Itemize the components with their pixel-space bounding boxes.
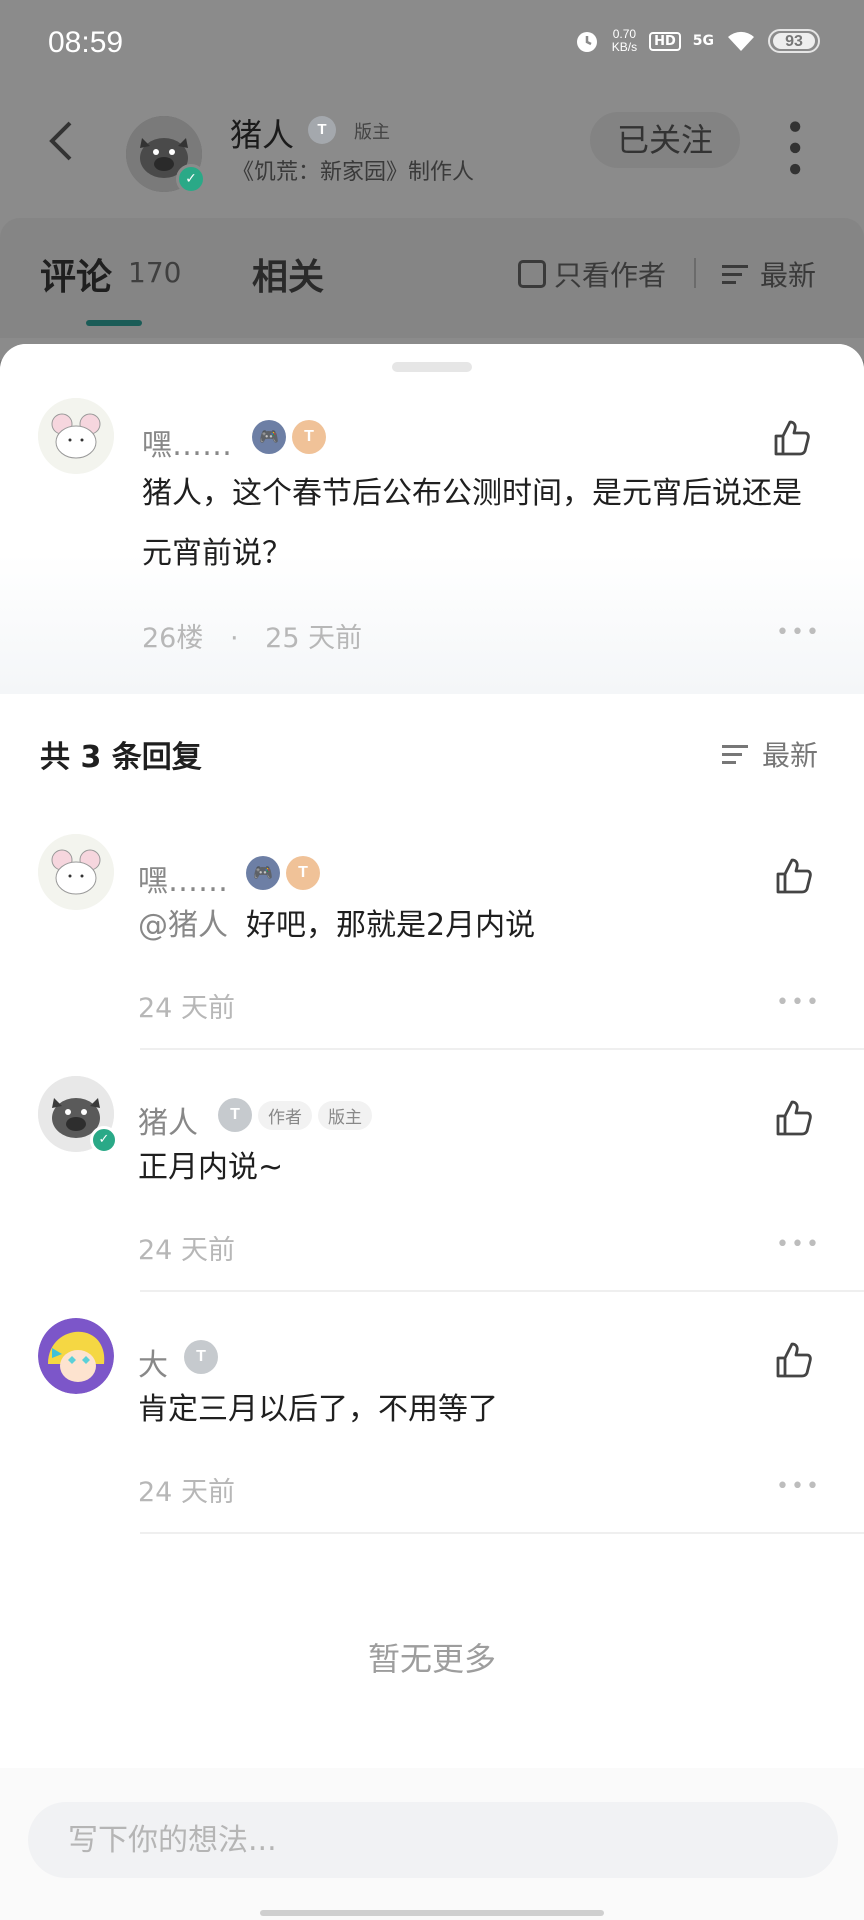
reply-text: 肯定三月以后了，不用等了 <box>138 1392 498 1427</box>
more-horizontal-icon[interactable]: ••• <box>776 620 821 645</box>
hd-icon: HD <box>649 31 681 51</box>
sort-button[interactable]: 最新 <box>722 254 816 294</box>
level-badge: T <box>184 1340 218 1374</box>
coin-badge-icon: T <box>292 420 326 454</box>
avatar[interactable] <box>38 398 114 474</box>
post-header: ✓ 猪人 T 版主 《饥荒：新家园》制作人 已关注 ••• <box>0 96 864 216</box>
comments-count: 170 <box>128 256 182 289</box>
back-button[interactable] <box>46 116 76 176</box>
moderator-tag: 版主 <box>318 1100 372 1130</box>
comment-text: 猪人，这个春节后公布公测时间，是元宵后说还是元宵前说？ <box>142 476 802 571</box>
comment-meta: 26楼 · 25 天前 <box>142 616 362 655</box>
user-badges: T <box>184 1340 218 1374</box>
timestamp: 24 天前 <box>138 993 235 1024</box>
like-icon[interactable] <box>774 856 814 896</box>
author-avatar[interactable]: ✓ <box>126 116 206 194</box>
no-more-text: 暂无更多 <box>367 1640 496 1678</box>
level-badge: T <box>218 1098 252 1132</box>
divider <box>140 1290 864 1292</box>
home-indicator <box>260 1910 604 1916</box>
anime-avatar-image <box>38 1318 114 1394</box>
user-badges: 🎮 T <box>252 420 326 454</box>
main-comment: 嘿…… 🎮 T 猪人，这个春节后公布公测时间，是元宵后说还是元宵前说？ 26楼 … <box>0 344 864 694</box>
sort-label: 最新 <box>762 739 819 772</box>
drag-handle[interactable] <box>392 362 472 372</box>
timestamp: 24 天前 <box>138 1477 235 1508</box>
alarm-icon <box>576 32 597 52</box>
like-icon[interactable] <box>772 418 812 458</box>
sort-icon <box>722 740 752 769</box>
status-icons: 0.70 KB/s HD 5G 93 <box>574 28 820 54</box>
tab-related[interactable]: 相关 <box>252 248 324 300</box>
username[interactable]: 猪人 <box>138 1098 198 1142</box>
avatar[interactable] <box>38 834 114 910</box>
divider <box>140 1048 864 1050</box>
author-only-toggle[interactable]: 只看作者 <box>518 254 666 294</box>
reply-text: @猪人 好吧，那就是2月内说 <box>138 896 818 956</box>
more-horizontal-icon[interactable]: ••• <box>776 990 821 1015</box>
like-icon[interactable] <box>774 1098 814 1138</box>
username[interactable]: 嘿…… <box>142 420 232 464</box>
status-time: 08:59 <box>48 26 124 59</box>
level-badge: T <box>308 116 336 144</box>
floor-number: 26楼 <box>142 623 204 654</box>
username[interactable]: 嘿…… <box>138 856 228 900</box>
meta-separator: · <box>229 623 239 654</box>
more-horizontal-icon[interactable]: ••• <box>776 1474 821 1499</box>
comment-input[interactable] <box>28 1802 838 1878</box>
game-controller-icon: 🎮 <box>252 420 286 454</box>
username[interactable]: 大 <box>138 1340 168 1384</box>
verified-icon: ✓ <box>90 1126 118 1154</box>
author-name[interactable]: 猪人 <box>230 110 294 156</box>
mouse-avatar-image <box>38 834 114 910</box>
timestamp: 25 天前 <box>265 623 363 654</box>
tab-active-indicator <box>86 320 142 326</box>
game-controller-icon: 🎮 <box>246 856 280 890</box>
avatar[interactable]: ✓ <box>38 1076 118 1154</box>
reply-body: 好吧，那就是2月内说 <box>246 908 536 943</box>
checkbox-icon <box>518 260 546 288</box>
author-subtitle: 《饥荒：新家园》制作人 <box>232 160 475 185</box>
replies-count-title: 共 3 条回复 <box>40 740 202 775</box>
reply-text: 正月内说~ <box>138 1150 284 1185</box>
net-speed: 0.70 KB/s <box>611 27 638 54</box>
divider <box>140 1532 864 1534</box>
verified-icon: ✓ <box>176 164 206 194</box>
mouse-avatar-image <box>38 398 114 474</box>
replies-sort-button[interactable]: 最新 <box>722 734 818 774</box>
more-horizontal-icon[interactable]: ••• <box>776 1232 821 1257</box>
mention-link[interactable]: @猪人 <box>138 908 228 943</box>
avatar[interactable] <box>38 1318 114 1394</box>
sort-icon <box>722 260 752 289</box>
user-badges: T 作者 版主 <box>218 1098 372 1132</box>
tabs-bar: 评论 170 相关 只看作者 最新 <box>0 218 864 338</box>
sort-label: 最新 <box>760 259 817 292</box>
replies-sheet: 嘿…… 🎮 T 猪人，这个春节后公布公测时间，是元宵后说还是元宵前说？ 26楼 … <box>0 344 864 1920</box>
status-bar: 08:59 0.70 KB/s HD 5G 93 <box>0 0 864 92</box>
comment-input-box[interactable] <box>28 1802 838 1878</box>
battery-icon: 93 <box>768 29 820 53</box>
background-page: 08:59 0.70 KB/s HD 5G 93 ✓ 猪人 T 版主 《饥荒：新… <box>0 0 864 360</box>
wifi-icon <box>728 31 754 51</box>
divider <box>694 258 696 288</box>
back-icon <box>49 121 72 161</box>
signal-icon: 5G <box>692 33 714 49</box>
follow-button[interactable]: 已关注 <box>590 112 740 168</box>
tab-comments[interactable]: 评论 <box>40 248 112 300</box>
more-vertical-icon[interactable]: ••• <box>773 116 814 180</box>
author-only-label: 只看作者 <box>554 259 667 292</box>
role-tag: 版主 <box>354 122 390 143</box>
like-icon[interactable] <box>774 1340 814 1380</box>
timestamp: 24 天前 <box>138 1235 235 1266</box>
comment-input-bar <box>0 1768 864 1920</box>
author-tag: 作者 <box>258 1100 312 1130</box>
coin-badge-icon: T <box>286 856 320 890</box>
user-badges: 🎮 T <box>246 856 320 890</box>
